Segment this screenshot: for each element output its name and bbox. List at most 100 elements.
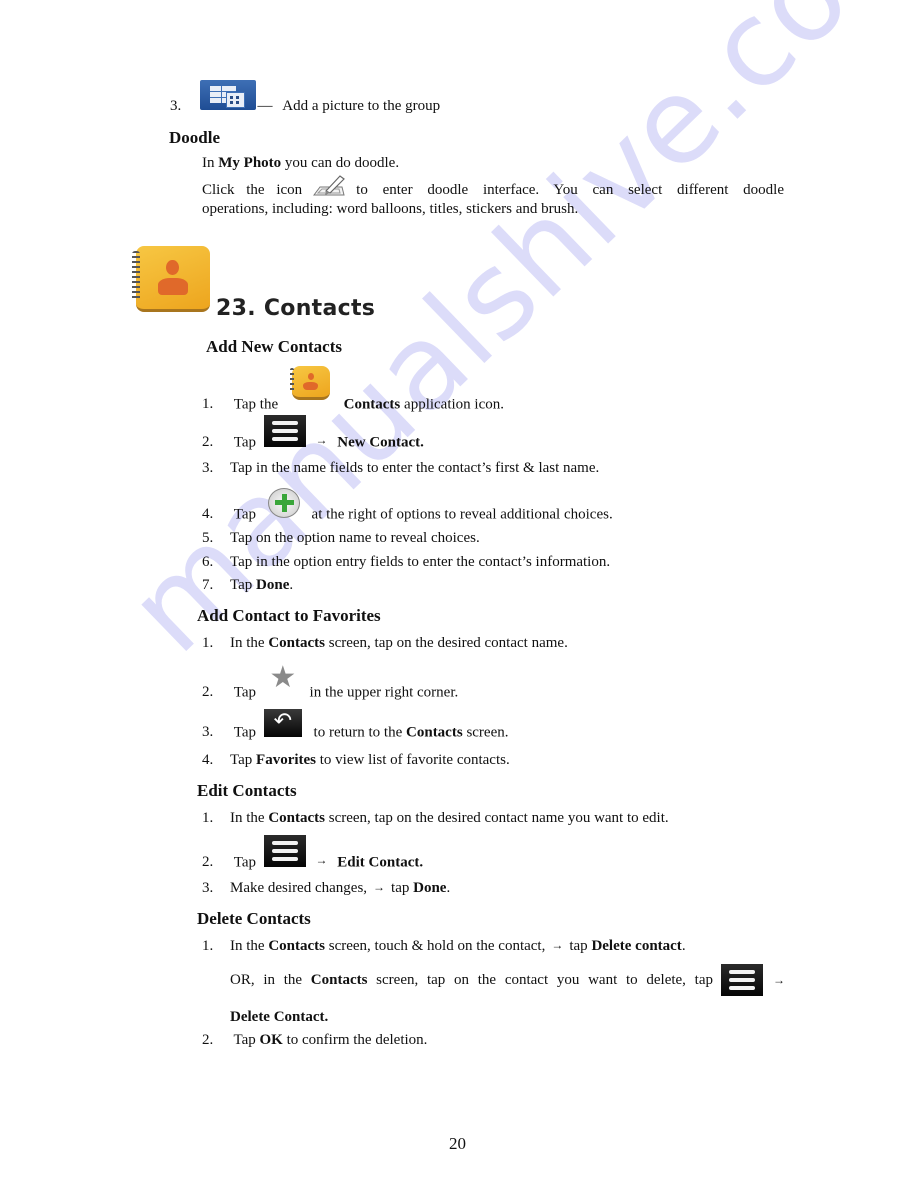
contacts-label: Contacts [310, 971, 368, 988]
delete-step-1-alt-line2: Delete Contact. [230, 1009, 328, 1026]
back-icon: ↶ [263, 709, 302, 737]
arrow-icon: → [315, 853, 328, 868]
arrow-icon: → [551, 938, 564, 952]
text: tap [569, 938, 592, 954]
text: Tap on the option name to reveal choices… [230, 530, 480, 546]
text: Tap [230, 1032, 260, 1048]
add-plus-icon [267, 488, 300, 518]
delete-contact-label: Delete contact [591, 938, 682, 954]
step-number: 2. [202, 684, 214, 701]
text: screen, tap on the desired contact name … [325, 810, 669, 826]
delete-contact-label: Delete Contact. [230, 1009, 329, 1025]
text: OR, in the Contacts screen, tap on the c… [230, 971, 713, 988]
text: screen, tap on the desired contact name. [325, 635, 568, 651]
text: to enter doodle interface. You can selec… [356, 182, 784, 198]
text: to view list of favorite contacts. [316, 752, 510, 768]
text: Tap [233, 434, 257, 451]
text: In the [230, 938, 269, 954]
done-label: Done [413, 880, 447, 896]
step-number: 2. [202, 1032, 214, 1048]
doodle-line-1: In My Photo you can do doodle. [202, 155, 399, 172]
text: Tap [230, 577, 257, 593]
text: In the [230, 810, 269, 826]
text: Tap in the name fields to enter the cont… [230, 460, 600, 476]
text: at the right of options to reveal additi… [311, 506, 613, 523]
menu-icon [721, 964, 763, 996]
text: you can do doodle. [281, 155, 400, 171]
text: screen. [462, 724, 509, 741]
arrow-icon: → [773, 972, 785, 987]
contacts-label: Contacts [343, 396, 401, 413]
delete-step-1-alt: OR, in the Contacts screen, tap on the c… [230, 964, 785, 996]
step-number: 2. [202, 434, 214, 451]
contacts-label: Contacts [268, 810, 325, 826]
contacts-label: Contacts [268, 635, 325, 651]
fav-step-2: 2. Tap ★ in the upper right corner. [202, 660, 459, 701]
edit-step-1: 1. In the Contacts screen, tap on the des… [202, 810, 669, 827]
edit-step-3: 3. Make desired changes, → tap Done. [202, 880, 450, 897]
text: tap [391, 880, 414, 896]
contacts-label: Contacts [406, 724, 463, 741]
intro-step-text: Add a picture to the group [282, 98, 441, 115]
doodle-line-2: Click the icon to enter doodle interface… [202, 173, 784, 199]
add-step-2: 2. Tap → New Contact. [202, 415, 424, 451]
star-icon: ★ [269, 660, 297, 695]
text: Tap [233, 854, 257, 871]
step-number: 1. [202, 810, 214, 826]
text: to return to the [313, 724, 407, 741]
text: In the [230, 635, 269, 651]
add-new-contacts-heading: Add New Contacts [206, 337, 342, 356]
text: Tap [230, 752, 257, 768]
edit-contacts-heading: Edit Contacts [197, 781, 297, 800]
contacts-label: Contacts [268, 938, 325, 954]
text: In [202, 155, 219, 171]
step-number: 3. [202, 880, 214, 896]
intro-step: 3. — Add a picture to the group [170, 80, 440, 115]
text: screen, touch & hold on the contact, [325, 938, 546, 954]
arrow-icon: → [373, 880, 386, 894]
step-number: 5. [202, 530, 214, 546]
step-number: 3. [202, 460, 214, 476]
dash: — [257, 98, 273, 115]
doodle-heading: Doodle [169, 128, 220, 147]
step-number: 1. [202, 635, 214, 651]
step-number: 7. [202, 577, 214, 593]
add-step-3: 3. Tap in the name fields to enter the co… [202, 460, 599, 477]
text: Tap in the option entry fields to enter … [230, 554, 611, 570]
my-photo-label: My Photo [218, 155, 282, 171]
group-picture-icon [199, 80, 256, 110]
menu-icon [263, 835, 306, 867]
step-number: 1. [202, 938, 214, 954]
delete-step-2: 2. Tap OK to confirm the deletion. [202, 1032, 427, 1049]
step-number: 4. [202, 506, 214, 523]
favorites-heading: Add Contact to Favorites [197, 606, 381, 625]
text: Click the icon [202, 182, 303, 198]
text: Tap the [233, 396, 279, 413]
text: Tap [233, 506, 257, 523]
delete-contacts-heading: Delete Contacts [197, 909, 311, 928]
step-number: 3. [202, 724, 214, 741]
text: in the upper right corner. [309, 684, 459, 701]
text: to confirm the deletion. [282, 1032, 428, 1048]
doodle-pencil-icon [313, 175, 346, 196]
favorites-label: Favorites [256, 752, 317, 768]
ok-label: OK [259, 1032, 283, 1048]
edit-contact-label: Edit Contact. [337, 854, 424, 871]
menu-icon [263, 415, 306, 447]
step-number: 1. [202, 396, 214, 413]
done-label: Done [256, 577, 290, 593]
new-contact-label: New Contact. [337, 434, 424, 451]
arrow-icon: → [315, 433, 328, 448]
text: . [681, 938, 686, 954]
contacts-app-icon [289, 366, 330, 400]
add-step-6: 6. Tap in the option entry fields to ente… [202, 554, 610, 571]
contacts-app-icon [132, 246, 210, 312]
fav-step-3: 3. Tap ↶ to return to the Contacts scree… [202, 709, 509, 741]
step-number: 2. [202, 854, 214, 871]
text: Tap [233, 724, 257, 741]
doodle-line-3: operations, including: word balloons, ti… [202, 201, 579, 217]
chapter-title: 23. Contacts [216, 296, 376, 321]
step-number: 4. [202, 752, 214, 768]
edit-step-2: 2. Tap → Edit Contact. [202, 835, 423, 871]
add-step-1: 1. Tap the Contacts application icon. [202, 366, 504, 413]
